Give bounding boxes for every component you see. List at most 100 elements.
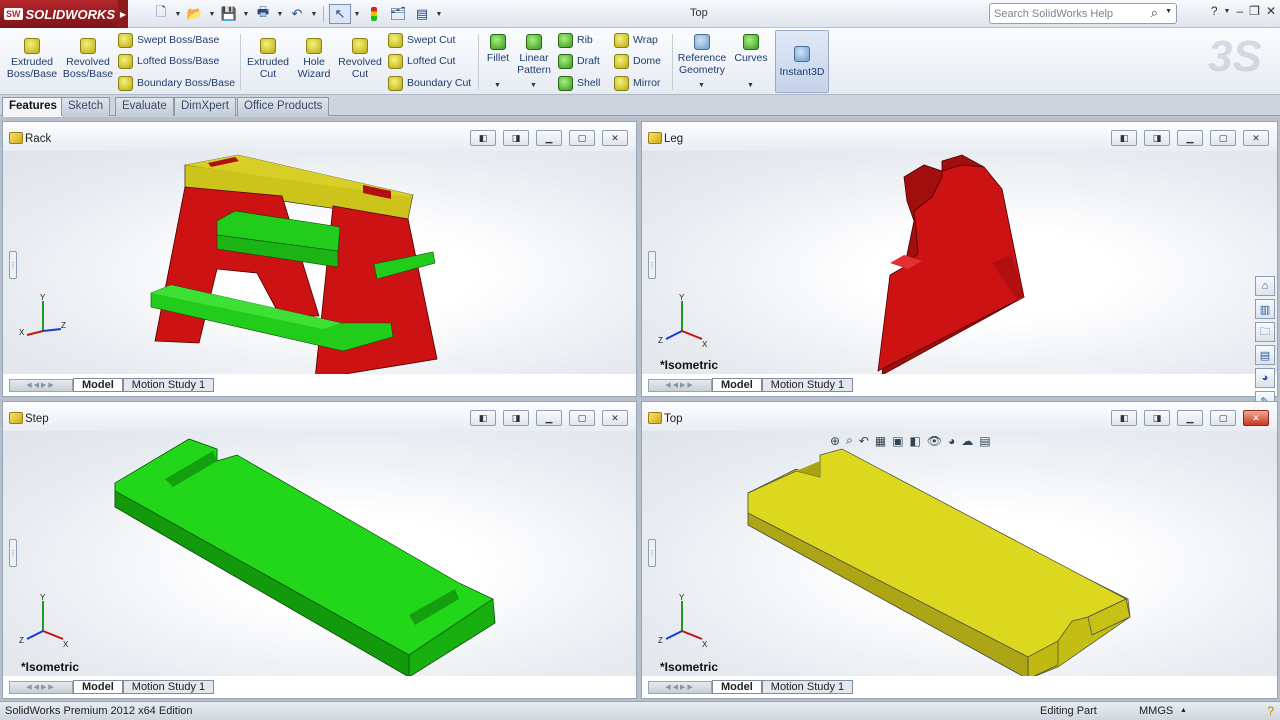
draft-button[interactable]: Draft — [558, 52, 600, 70]
tile-left-button[interactable]: ◧ — [470, 410, 496, 426]
extruded-boss-button[interactable]: Extruded Boss/Base — [6, 38, 58, 80]
step-viewport[interactable]: ⋮ Y Z X *Isometric — [3, 431, 636, 678]
motion-study-tab[interactable]: Motion Study 1 — [761, 378, 854, 392]
quick-tips-icon[interactable]: ? — [1267, 704, 1274, 718]
appearances-icon[interactable]: ◕ — [1255, 368, 1275, 388]
help-search-field[interactable]: Search SolidWorks Help ⌕ ▼ — [989, 3, 1177, 24]
rack-model[interactable] — [3, 151, 636, 376]
minimize-button[interactable]: ▁ — [536, 130, 562, 146]
curves-button[interactable]: Curves — [732, 34, 770, 64]
search-icon[interactable]: ⌕ — [1151, 5, 1158, 21]
save-icon[interactable]: 💾 — [218, 4, 240, 24]
tab-features[interactable]: Features — [2, 97, 64, 117]
tile-left-button[interactable]: ◧ — [1111, 410, 1137, 426]
help-dropdown-icon[interactable]: ▼ — [1224, 8, 1231, 15]
tab-dimxpert[interactable]: DimXpert — [174, 97, 236, 116]
lofted-cut-button[interactable]: Lofted Cut — [388, 52, 455, 70]
design-library-icon[interactable]: ▥ — [1255, 299, 1275, 319]
tab-scroll-arrows-icon[interactable]: ◀◀▶▶ — [648, 680, 712, 694]
dome-button[interactable]: Dome — [614, 52, 661, 70]
print-dropdown-icon[interactable]: ▼ — [276, 11, 284, 18]
undo-dropdown-icon[interactable]: ▼ — [310, 11, 318, 18]
step-model[interactable] — [3, 431, 636, 678]
top-viewport[interactable]: ⊕ ⌕ ↶ ▦ ▣ ◧ 👁 ◕ ☁ ▤ ⋮ YZX *Isometric — [642, 431, 1277, 678]
shell-button[interactable]: Shell — [558, 74, 600, 92]
curves-dropdown-icon[interactable]: ▼ — [747, 82, 754, 89]
print-icon[interactable]: 🖶 — [252, 4, 274, 24]
tile-right-button[interactable]: ◨ — [503, 130, 529, 146]
reference-geometry-button[interactable]: Reference Geometry — [676, 34, 728, 76]
rib-button[interactable]: Rib — [558, 31, 593, 49]
new-dropdown-icon[interactable]: ▼ — [174, 11, 182, 18]
rebuild-traffic-light-icon[interactable] — [363, 4, 385, 24]
minimize-icon[interactable]: – — [1236, 4, 1243, 18]
maximize-button[interactable]: ▢ — [1210, 410, 1236, 426]
options-icon[interactable]: ▤ — [411, 4, 433, 24]
tile-right-button[interactable]: ◨ — [1144, 410, 1170, 426]
select-dropdown-icon[interactable]: ▼ — [353, 11, 361, 18]
save-dropdown-icon[interactable]: ▼ — [242, 11, 250, 18]
revolved-cut-button[interactable]: Revolved Cut — [336, 38, 384, 80]
rack-viewport[interactable]: ⋮ Y X Z — [3, 151, 636, 376]
leg-model[interactable] — [642, 151, 1252, 376]
close-button[interactable]: ✕ — [1243, 410, 1269, 426]
top-model[interactable] — [642, 431, 1252, 678]
panel-expand-handle[interactable]: ⋮ — [648, 539, 656, 567]
close-button[interactable]: ✕ — [1243, 130, 1269, 146]
boundary-cut-button[interactable]: Boundary Cut — [388, 74, 471, 92]
tile-right-button[interactable]: ◨ — [1144, 130, 1170, 146]
panel-expand-handle[interactable]: ⋮ — [9, 251, 17, 279]
close-button[interactable]: ✕ — [602, 130, 628, 146]
home-icon[interactable]: ⌂ — [1255, 276, 1275, 296]
hole-wizard-button[interactable]: Hole Wizard — [292, 38, 336, 80]
minimize-button[interactable]: ▁ — [536, 410, 562, 426]
view-palette-icon[interactable]: ▤ — [1255, 345, 1275, 365]
panel-expand-handle[interactable]: ⋮ — [648, 251, 656, 279]
open-dropdown-icon[interactable]: ▼ — [208, 11, 216, 18]
select-cursor-icon[interactable]: ↖ — [329, 4, 351, 24]
fillet-button[interactable]: Fillet — [482, 34, 514, 64]
tab-scroll-arrows-icon[interactable]: ◀◀▶▶ — [9, 378, 73, 392]
restore-icon[interactable]: ❐ — [1249, 4, 1260, 18]
tile-left-button[interactable]: ◧ — [470, 130, 496, 146]
minimize-button[interactable]: ▁ — [1177, 410, 1203, 426]
solidworks-logo[interactable]: SW SOLIDWORKS — [0, 0, 118, 28]
minimize-button[interactable]: ▁ — [1177, 130, 1203, 146]
close-button[interactable]: ✕ — [602, 410, 628, 426]
pattern-dropdown-icon[interactable]: ▼ — [530, 82, 537, 89]
motion-study-tab[interactable]: Motion Study 1 — [761, 680, 854, 694]
boundary-boss-button[interactable]: Boundary Boss/Base — [118, 74, 235, 92]
undo-icon[interactable]: ↶ — [286, 4, 308, 24]
open-folder-icon[interactable]: 📂 — [184, 4, 206, 24]
file-properties-icon[interactable]: 🗂 — [387, 4, 409, 24]
lofted-boss-button[interactable]: Lofted Boss/Base — [118, 52, 219, 70]
search-dropdown-icon[interactable]: ▼ — [1165, 8, 1172, 15]
tile-right-button[interactable]: ◨ — [503, 410, 529, 426]
tab-office-products[interactable]: Office Products — [237, 97, 330, 116]
linear-pattern-button[interactable]: Linear Pattern — [514, 34, 554, 76]
mirror-button[interactable]: Mirror — [614, 74, 660, 92]
tab-sketch[interactable]: Sketch — [61, 97, 111, 116]
model-tab[interactable]: Model — [712, 680, 762, 694]
extruded-cut-button[interactable]: Extruded Cut — [244, 38, 292, 80]
units-dropdown-icon[interactable]: ▲ — [1180, 707, 1187, 714]
model-tab[interactable]: Model — [712, 378, 762, 392]
instant3d-button[interactable]: Instant3D — [775, 30, 829, 93]
fillet-dropdown-icon[interactable]: ▼ — [494, 82, 501, 89]
tile-left-button[interactable]: ◧ — [1111, 130, 1137, 146]
model-tab[interactable]: Model — [73, 680, 123, 694]
menu-expand-arrow-icon[interactable]: ▶ — [118, 0, 128, 28]
tab-scroll-arrows-icon[interactable]: ◀◀▶▶ — [9, 680, 73, 694]
maximize-button[interactable]: ▢ — [1210, 130, 1236, 146]
swept-cut-button[interactable]: Swept Cut — [388, 31, 455, 49]
close-icon[interactable]: ✕ — [1266, 4, 1276, 18]
reference-geometry-dropdown-icon[interactable]: ▼ — [698, 82, 705, 89]
tab-scroll-arrows-icon[interactable]: ◀◀▶▶ — [648, 378, 712, 392]
model-tab[interactable]: Model — [73, 378, 123, 392]
file-explorer-icon[interactable]: 🗀 — [1255, 322, 1275, 342]
wrap-button[interactable]: Wrap — [614, 31, 658, 49]
motion-study-tab[interactable]: Motion Study 1 — [122, 378, 215, 392]
maximize-button[interactable]: ▢ — [569, 130, 595, 146]
swept-boss-button[interactable]: Swept Boss/Base — [118, 31, 219, 49]
revolved-boss-button[interactable]: Revolved Boss/Base — [62, 38, 114, 80]
